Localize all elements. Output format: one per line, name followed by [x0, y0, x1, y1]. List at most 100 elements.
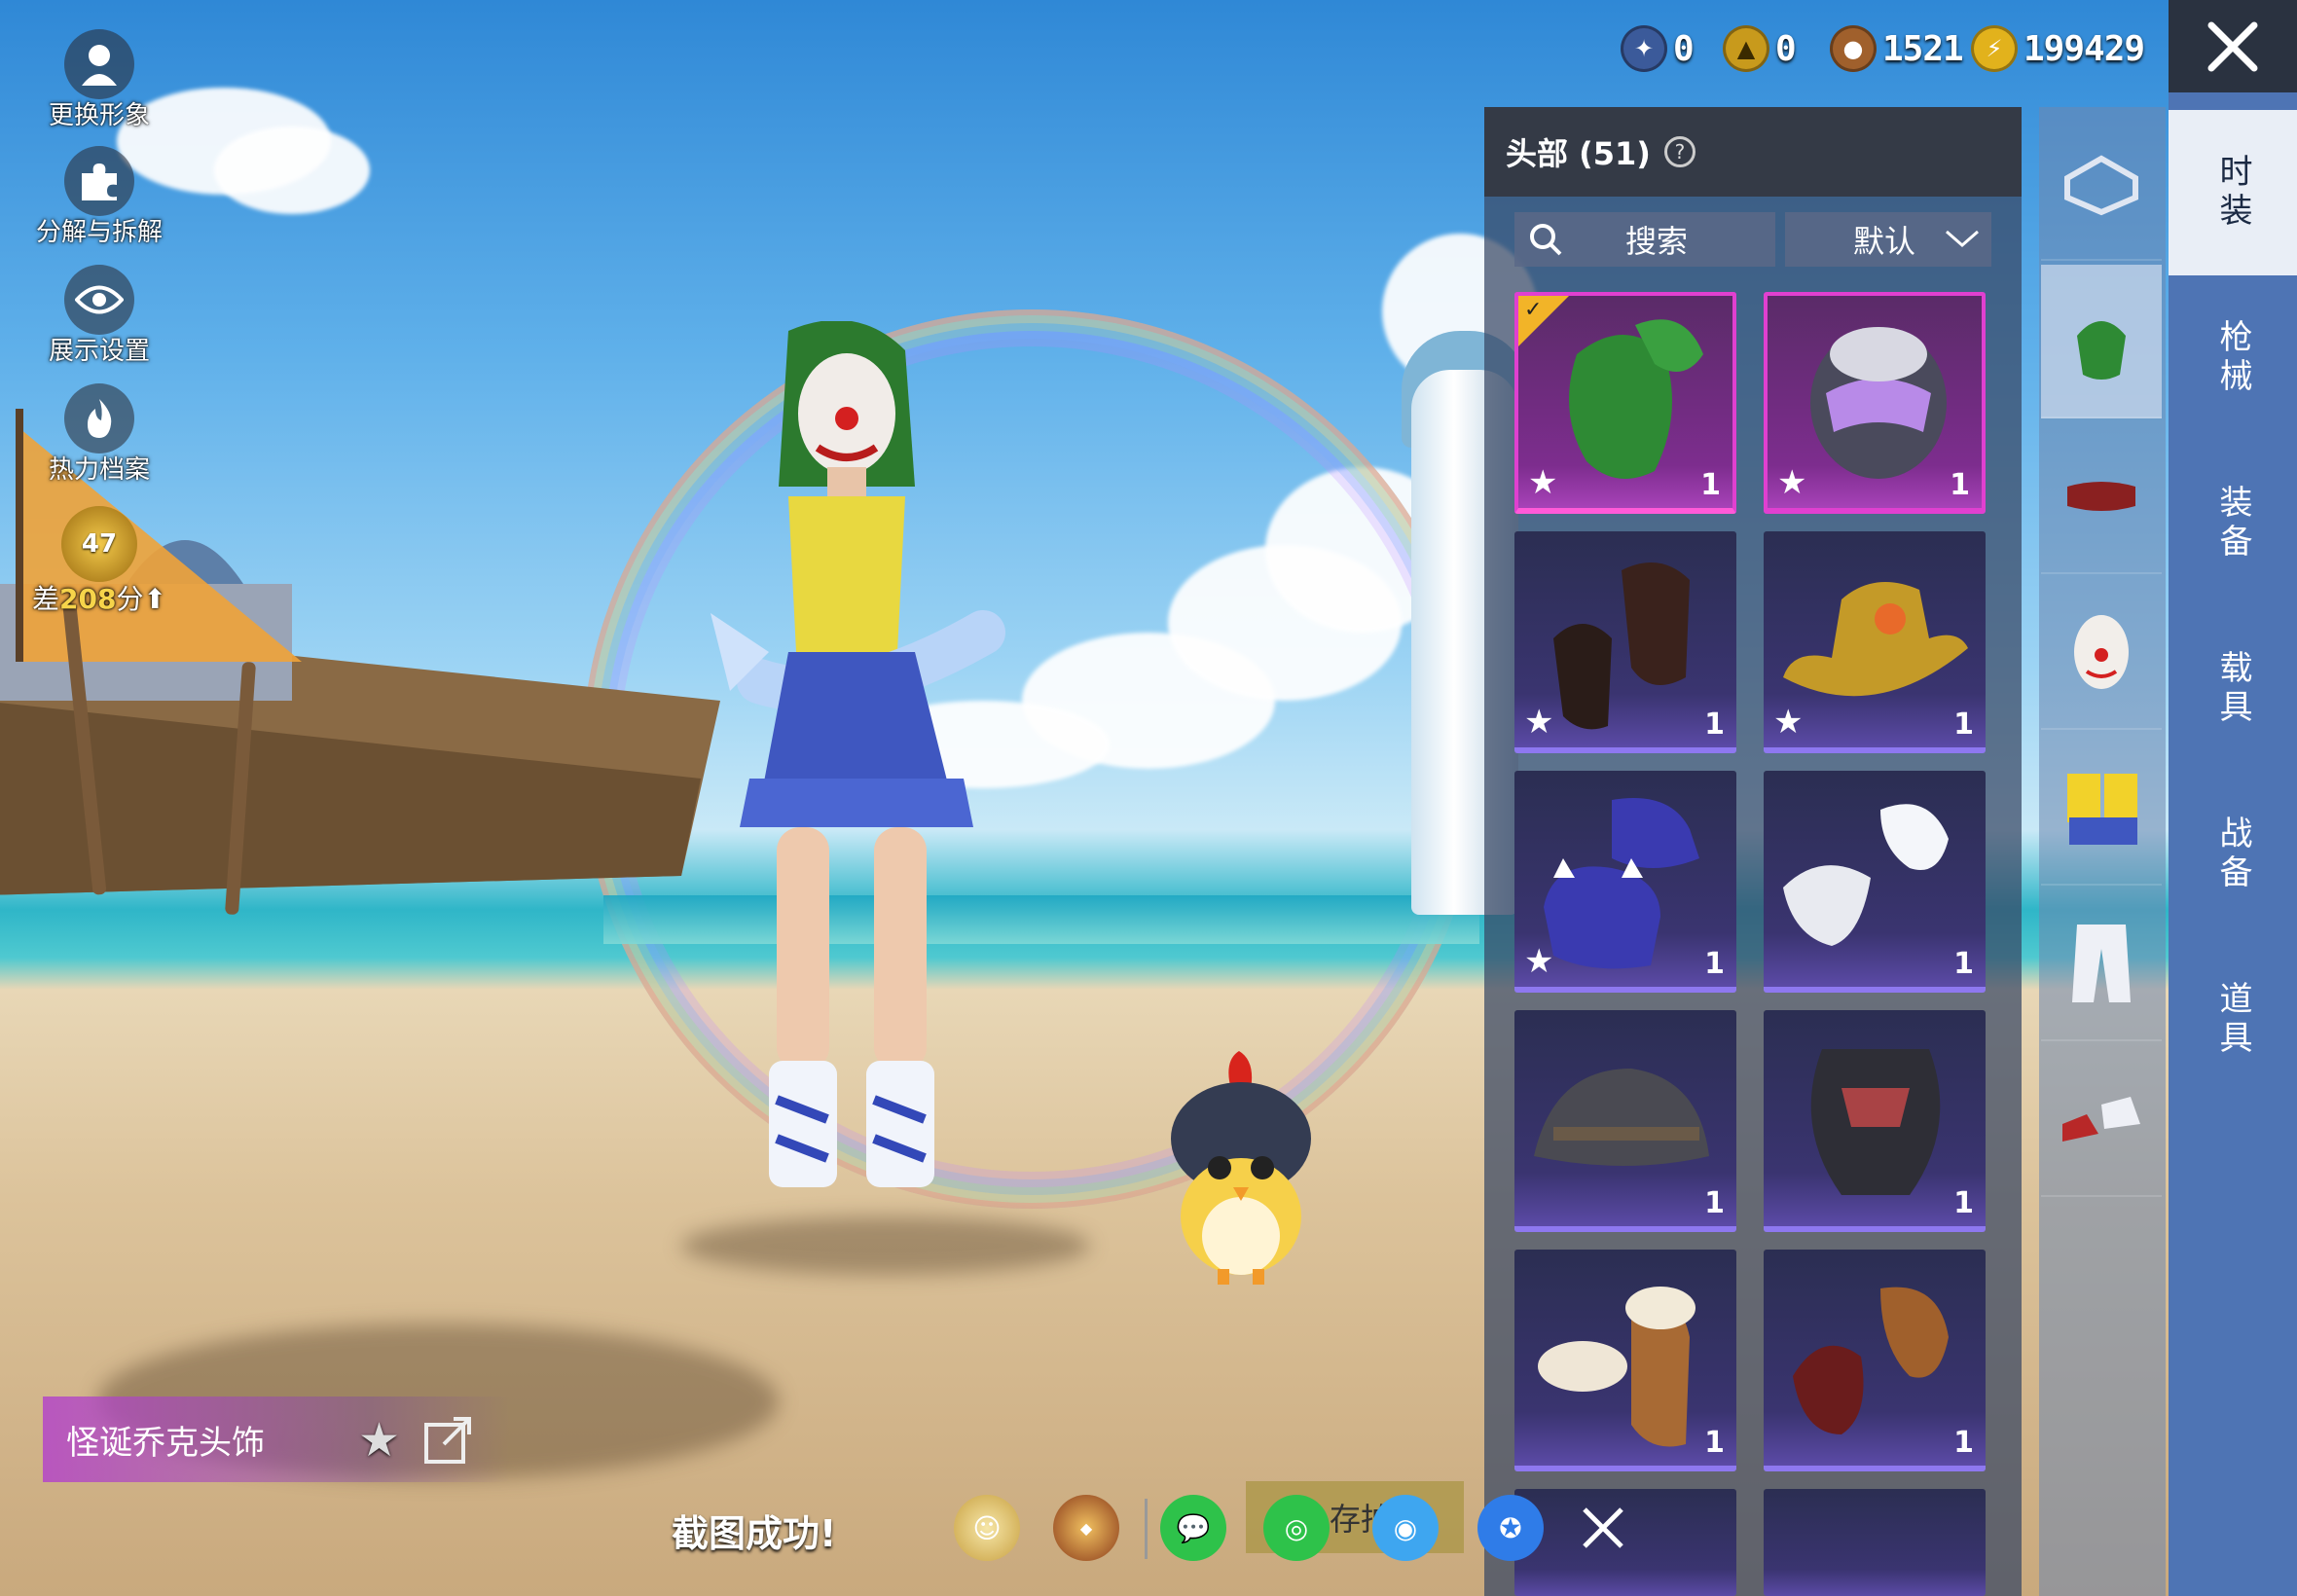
subcategory-pants[interactable] — [2041, 888, 2162, 1041]
star-icon: ★ — [1773, 703, 1804, 742]
item-card-brown-hair[interactable]: 1 — [1764, 1250, 1986, 1471]
heat-profile-button[interactable]: 热力档案 — [21, 383, 177, 486]
share-game-logo-button[interactable]: ◆ — [1053, 1495, 1119, 1561]
tab-vehicles[interactable]: 载具 — [2169, 606, 2297, 772]
currency-bronze[interactable]: ● 1521 — [1830, 21, 1964, 76]
eye-icon — [64, 265, 134, 335]
change-avatar-label: 更换形象 — [48, 101, 150, 130]
star-icon: ★ — [1528, 463, 1558, 502]
currency-badge[interactable]: ▲ 0 — [1723, 21, 1797, 76]
white-hair-icon — [1783, 804, 1949, 946]
rank-points: 208 — [59, 583, 117, 615]
puzzle-icon — [64, 146, 134, 216]
tab-equipment[interactable]: 装备 — [2169, 441, 2297, 606]
share-icon — [424, 1417, 471, 1464]
search-label: 搜索 — [1625, 223, 1689, 260]
share-qzone-button[interactable]: ✪ — [1477, 1495, 1544, 1561]
chevron-down-icon — [1946, 230, 1980, 247]
close-icon — [1583, 1507, 1623, 1548]
panel-title: 头部 (51) — [1506, 135, 1651, 172]
tab-weapons[interactable]: 枪械 — [2169, 275, 2297, 441]
star-icon: ★ — [1524, 942, 1554, 981]
person-icon — [64, 29, 134, 99]
subcategory-mask[interactable] — [2041, 576, 2162, 730]
item-card-dark-hair[interactable]: ★ 1 — [1514, 531, 1736, 753]
star-icon: ★ — [358, 1413, 401, 1468]
rank-points-label: 差208分⬆ — [21, 578, 177, 617]
item-count: 1 — [1953, 1186, 1974, 1220]
display-settings-label: 展示设置 — [48, 337, 150, 366]
bronze-coin-icon: ● — [1830, 25, 1877, 72]
hair-icon — [2077, 321, 2126, 380]
help-icon[interactable]: ? — [1663, 136, 1695, 167]
search-icon — [1530, 224, 1562, 256]
person-circle-icon: ☺ — [972, 1511, 1002, 1544]
subcategory-hair[interactable] — [2041, 265, 2162, 418]
rank-badge-icon: 47 — [61, 506, 137, 582]
tab-label: 战备 — [2213, 816, 2252, 893]
subcategory-shoes[interactable] — [2041, 1043, 2162, 1197]
close-share-button[interactable] — [1579, 1504, 1627, 1556]
disassemble-label: 分解与拆解 — [35, 218, 163, 247]
beret-hair-icon — [1538, 1287, 1695, 1447]
item-card-cowboy-hat[interactable]: ★ 1 — [1764, 531, 1986, 753]
item-card-tech-helmet[interactable]: ★ 1 — [1764, 292, 1986, 514]
item-card-partial[interactable] — [1764, 1489, 1986, 1596]
panel-header: 头部 (51) ? — [1484, 107, 2022, 197]
lightning-coin-icon: ⚡ — [1971, 25, 2018, 72]
item-count: 1 — [1704, 1186, 1725, 1220]
outfit-icon — [2067, 774, 2137, 845]
item-card-visor-helmet[interactable]: 1 — [1764, 1010, 1986, 1232]
item-card-gray-bucket-hat[interactable]: 1 — [1514, 1010, 1736, 1232]
currency-lightning[interactable]: ⚡ 199429 — [1971, 21, 2145, 76]
rank-prefix: 差 — [32, 583, 60, 615]
share-wechat-button[interactable]: 💬 — [1160, 1495, 1226, 1561]
rank-level: 47 — [81, 529, 118, 559]
subcategory-belt[interactable] — [2041, 420, 2162, 574]
arrow-up-icon: ⬆ — [143, 583, 166, 615]
item-card-white-hair[interactable]: 1 — [1764, 771, 1986, 993]
item-card-beret-hair[interactable]: 1 — [1514, 1250, 1736, 1471]
change-avatar-button[interactable]: 更换形象 — [21, 29, 177, 131]
currency-lightning-value: 199429 — [2024, 28, 2145, 69]
token-icon: ✦ — [1621, 25, 1667, 72]
rank-badge-button[interactable]: 47 差208分⬆ — [21, 506, 177, 617]
outfit-set-icon — [2064, 155, 2138, 216]
close-button[interactable] — [2169, 0, 2297, 92]
currency-token-value: 0 — [1673, 28, 1695, 69]
tab-fashion[interactable]: 时装 — [2169, 110, 2297, 275]
badge-icon: ▲ — [1723, 25, 1769, 72]
subcategory-set[interactable] — [2041, 107, 2162, 261]
item-count: 1 — [1700, 468, 1721, 502]
player-character — [711, 321, 1005, 1187]
item-count: 1 — [1704, 707, 1725, 742]
share-qq-button[interactable]: ◉ — [1372, 1495, 1439, 1561]
shoes-icon — [2062, 1097, 2140, 1142]
disassemble-button[interactable]: 分解与拆解 — [21, 146, 177, 248]
sort-dropdown[interactable]: 默认 — [1785, 212, 1991, 267]
gray-bucket-hat-icon — [1534, 1069, 1709, 1166]
search-box[interactable]: 搜索 — [1514, 212, 1775, 267]
flame-icon — [64, 383, 134, 453]
pants-icon — [2072, 925, 2131, 1002]
share-moments-button[interactable]: ◎ — [1263, 1495, 1330, 1561]
share-peace-elite-button[interactable]: ☺ — [954, 1495, 1020, 1561]
clown-mask-icon — [2074, 615, 2129, 689]
tab-label: 时装 — [2213, 154, 2252, 232]
tab-label: 载具 — [2213, 650, 2252, 728]
favorite-star-button[interactable]: ★ — [358, 1413, 400, 1468]
item-card-green-hair[interactable]: ✓ ★ 1 — [1514, 292, 1736, 514]
subcategory-outfit[interactable] — [2041, 732, 2162, 886]
tab-battle-prep[interactable]: 战备 — [2169, 772, 2297, 937]
item-card-bucket-hat[interactable]: ★ 1 — [1514, 771, 1736, 993]
game-logo-icon: ◆ — [1079, 1518, 1093, 1538]
tab-items[interactable]: 道具 — [2169, 937, 2297, 1103]
tab-label: 枪械 — [2213, 319, 2252, 397]
star-icon: ★ — [1524, 703, 1554, 742]
display-settings-button[interactable]: 展示设置 — [21, 265, 177, 367]
tab-label: 装备 — [2213, 485, 2252, 562]
share-button[interactable] — [422, 1411, 477, 1469]
rank-suffix: 分 — [116, 583, 144, 615]
item-count: 1 — [1704, 947, 1725, 981]
currency-token[interactable]: ✦ 0 — [1621, 21, 1695, 76]
